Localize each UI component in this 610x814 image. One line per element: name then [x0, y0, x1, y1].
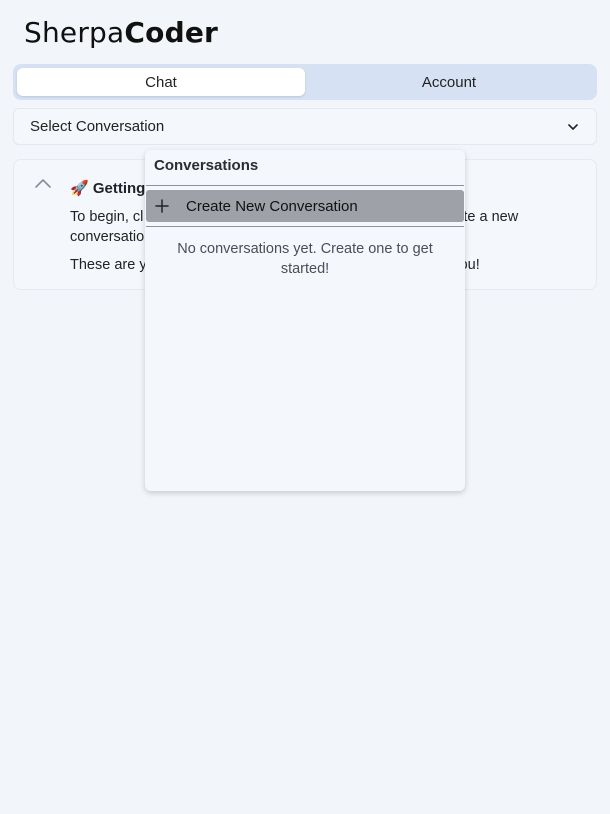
app-logo: SherpaCoder [24, 16, 218, 49]
card-p2-part-a: These are y [70, 257, 147, 273]
create-conversation-button[interactable]: Create New Conversation [146, 190, 464, 222]
tab-chat[interactable]: Chat [17, 68, 305, 96]
conversations-dropdown: Conversations Create New Conversation No… [145, 150, 465, 491]
create-conversation-label: Create New Conversation [186, 197, 358, 215]
logo-light-text: Sherpa [24, 16, 125, 49]
card-p1-part-c: conversatio [70, 229, 145, 245]
chevron-up-icon[interactable] [34, 177, 52, 191]
conversation-select-label: Select Conversation [30, 118, 165, 135]
conversation-select[interactable]: Select Conversation [13, 108, 597, 145]
chevron-down-icon [568, 123, 578, 130]
divider [146, 185, 464, 186]
tab-account[interactable]: Account [305, 68, 593, 96]
plus-icon [155, 199, 169, 213]
divider [146, 226, 464, 227]
card-p1-part-a: To begin, cl [70, 209, 144, 225]
logo-bold-text: Coder [124, 16, 219, 49]
dropdown-header: Conversations [154, 157, 259, 174]
tab-bar: Chat Account [13, 64, 597, 100]
empty-state-text: No conversations yet. Create one to get … [177, 241, 433, 277]
card-p1-part-b: te a new [463, 209, 519, 225]
card-title: 🚀 Getting [70, 180, 146, 197]
